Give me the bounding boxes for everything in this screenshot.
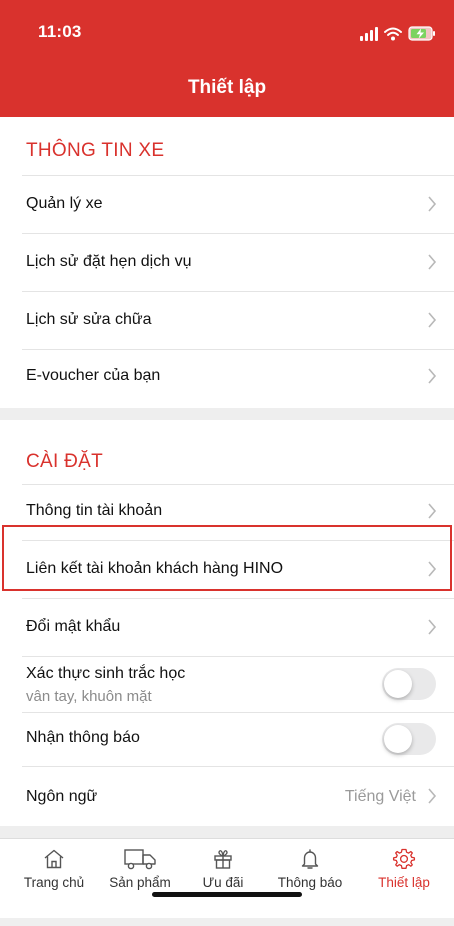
tab-settings[interactable]: Thiết lập — [364, 847, 444, 890]
menu-item-language[interactable]: Ngôn ngữ Tiếng Việt — [0, 766, 454, 824]
tab-label: Trang chủ — [23, 875, 85, 890]
menu-item-notifications: Nhận thông báo — [0, 712, 454, 766]
toggle-knob — [384, 725, 412, 753]
chevron-right-icon — [428, 254, 437, 270]
section-separator — [0, 826, 454, 838]
tab-offers[interactable]: Ưu đãi — [183, 847, 263, 890]
bottom-tab-bar: Trang chủ Sản phẩm Ưu đãi Thông báo Thiế… — [0, 838, 454, 926]
menu-item-label: Lịch sử đặt hẹn dịch vụ — [26, 253, 192, 270]
menu-item-vehicle-management[interactable]: Quản lý xe — [0, 175, 454, 233]
chevron-right-icon — [428, 561, 437, 577]
menu-item-link-hino-account[interactable]: Liên kết tài khoản khách hàng HINO — [0, 540, 454, 598]
chevron-right-icon — [428, 788, 437, 804]
status-icons — [360, 23, 436, 41]
menu-item-label: Liên kết tài khoản khách hàng HINO — [26, 560, 284, 577]
menu-item-label: Nhận thông báo — [26, 729, 140, 746]
toggle-knob — [384, 670, 412, 698]
settings-screen: 11:03 Thiết lập THÔNG TIN XE Quản lý xe … — [0, 0, 454, 926]
menu-item-label: E-voucher của bạn — [26, 367, 161, 384]
header-bar: 11:03 Thiết lập — [0, 0, 454, 117]
section-separator — [0, 408, 454, 420]
bottom-edge — [0, 918, 454, 926]
menu-item-label: Thông tin tài khoản — [26, 502, 163, 519]
menu-item-e-voucher[interactable]: E-voucher của bạn — [0, 349, 454, 407]
tab-label: Sản phẩm — [109, 875, 171, 890]
status-time: 11:03 — [38, 22, 82, 41]
menu-item-biometric-auth: Xác thực sinh trắc học vân tay, khuôn mặ… — [0, 656, 454, 712]
wifi-icon — [384, 27, 402, 41]
tab-home[interactable]: Trang chủ — [14, 847, 94, 890]
tab-label: Ưu đãi — [202, 875, 244, 890]
tab-label: Thông báo — [277, 875, 343, 890]
bell-icon — [301, 849, 319, 869]
home-icon — [44, 849, 64, 869]
biometric-toggle[interactable] — [382, 668, 436, 700]
chevron-right-icon — [428, 196, 437, 212]
menu-item-change-password[interactable]: Đổi mật khẩu — [0, 598, 454, 656]
menu-item-account-info[interactable]: Thông tin tài khoản — [0, 484, 454, 542]
menu-item-label: Đổi mật khẩu — [26, 618, 121, 635]
menu-item-sublabel: vân tay, khuôn mặt — [26, 688, 152, 705]
section-heading-settings: CÀI ĐẶT — [26, 451, 104, 472]
notifications-toggle[interactable] — [382, 723, 436, 755]
language-value: Tiếng Việt — [344, 788, 416, 805]
truck-icon — [124, 849, 156, 870]
cellular-signal-icon — [360, 27, 378, 41]
gear-icon — [392, 848, 416, 869]
chevron-right-icon — [428, 312, 437, 328]
menu-item-label: Xác thực sinh trắc học — [26, 665, 186, 682]
tab-products[interactable]: Sản phẩm — [100, 847, 180, 890]
section-heading-vehicle-info: THÔNG TIN XE — [26, 140, 165, 161]
chevron-right-icon — [428, 368, 437, 384]
chevron-right-icon — [428, 619, 437, 635]
menu-item-label: Ngôn ngữ — [26, 788, 98, 805]
menu-item-repair-history[interactable]: Lịch sử sửa chữa — [0, 291, 454, 349]
battery-charging-icon — [408, 26, 435, 41]
tab-notifications[interactable]: Thông báo — [270, 847, 350, 890]
menu-item-service-booking-history[interactable]: Lịch sử đặt hẹn dịch vụ — [0, 233, 454, 291]
home-indicator[interactable] — [152, 892, 302, 897]
menu-item-label: Lịch sử sửa chữa — [26, 311, 152, 328]
tab-label: Thiết lập — [378, 875, 430, 890]
page-title: Thiết lập — [187, 77, 267, 98]
chevron-right-icon — [428, 503, 437, 519]
menu-item-label: Quản lý xe — [26, 195, 103, 212]
gift-icon — [214, 850, 232, 869]
